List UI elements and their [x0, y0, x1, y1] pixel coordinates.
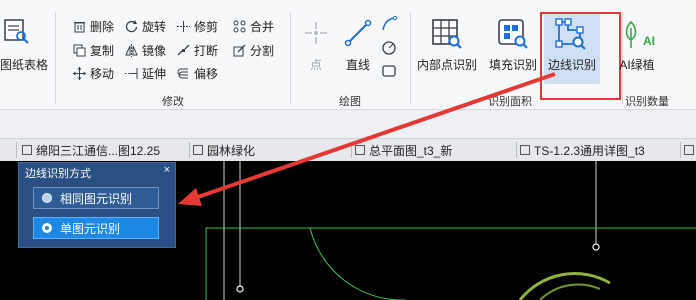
- tab-label: 总平面图_t3_新: [369, 143, 453, 158]
- merge-button[interactable]: 合并: [232, 16, 274, 36]
- highlight-box: [540, 12, 621, 100]
- copy-button[interactable]: 复制: [72, 40, 114, 60]
- circle-icon: [382, 41, 396, 55]
- split-button[interactable]: 分割: [232, 40, 274, 60]
- recognize-area-group-label: 识别面积: [488, 96, 532, 108]
- offset-button[interactable]: 偏移: [176, 63, 218, 83]
- drawing-table-label: 图纸表格: [0, 58, 49, 72]
- inner-point-recognize-label: 内部点识别: [416, 58, 477, 72]
- point-icon: [305, 22, 327, 44]
- document-icon: [684, 145, 694, 155]
- tab-site-plan[interactable]: 总平面图_t3_新: [355, 139, 452, 161]
- option-single-element[interactable]: 单图元识别: [33, 217, 159, 239]
- close-icon[interactable]: ×: [164, 164, 170, 176]
- radio-unchecked-icon: [42, 193, 52, 203]
- rotate-icon: [124, 19, 138, 33]
- mirror-button[interactable]: 镜像: [124, 40, 166, 60]
- rectangle-button[interactable]: [381, 63, 399, 81]
- rotate-button[interactable]: 旋转: [124, 16, 166, 36]
- option-label: 相同图元识别: [60, 191, 133, 206]
- document-icon: [520, 145, 530, 155]
- move-button[interactable]: 移动: [72, 63, 114, 83]
- drawing-table-button[interactable]: 图纸表格: [0, 14, 52, 76]
- document-icon: [355, 145, 365, 155]
- recognize-count-group-label: 识别数量: [625, 96, 669, 108]
- document-icon: [193, 145, 203, 155]
- table-search-icon: [4, 19, 29, 44]
- extend-icon: [124, 66, 138, 80]
- fill-recognize-label: 填充识别: [488, 58, 537, 72]
- tab-landscaping[interactable]: 园林绿化: [193, 139, 255, 161]
- copy-label: 复制: [90, 43, 115, 58]
- tab-divider: [16, 142, 17, 158]
- line-icon: [344, 19, 372, 47]
- trim-icon: [176, 19, 190, 33]
- split-icon: [232, 43, 246, 57]
- grid-search-icon: [432, 19, 462, 49]
- fill-search-icon: [498, 19, 528, 49]
- group-separator: [55, 12, 56, 104]
- extend-label: 延伸: [142, 66, 167, 81]
- trim-label: 修剪: [194, 19, 219, 34]
- trim-button[interactable]: 修剪: [176, 16, 218, 36]
- document-tabs: 绵阳三江通信...图12.25 园林绿化 总平面图_t3_新 TS-1.2.3通…: [0, 138, 696, 162]
- draw-group-label: 绘图: [339, 96, 361, 108]
- rectangle-icon: [382, 65, 396, 77]
- move-icon: [72, 66, 86, 80]
- tab-divider: [516, 142, 517, 158]
- tab-label: TS-1.2.3通用详图_t3: [534, 143, 645, 158]
- merge-label: 合并: [250, 19, 275, 34]
- break-button[interactable]: 打断: [176, 40, 218, 60]
- rotate-label: 旋转: [142, 19, 167, 34]
- extend-button[interactable]: 延伸: [124, 63, 166, 83]
- mirror-icon: [124, 43, 138, 57]
- merge-icon: [232, 19, 246, 33]
- tab-next[interactable]: [684, 139, 696, 161]
- tab-divider: [351, 142, 352, 158]
- tab-label: 绵阳三江通信...图12.25: [36, 143, 161, 158]
- workspace-gap: [0, 110, 696, 138]
- line-button[interactable]: 直线: [332, 14, 384, 76]
- offset-icon: [176, 66, 190, 80]
- modify-group-label: 修改: [162, 96, 184, 108]
- tab-ts-detail[interactable]: TS-1.2.3通用详图_t3: [520, 139, 645, 161]
- ai-green-label: AI绿植: [619, 58, 655, 72]
- arc-button[interactable]: [381, 15, 399, 34]
- panel-title: 边线识别方式: [25, 168, 91, 180]
- split-label: 分割: [250, 43, 275, 58]
- delete-label: 删除: [90, 19, 115, 34]
- tab-divider: [189, 142, 190, 158]
- option-label: 单图元识别: [60, 221, 121, 236]
- tab-mianyang[interactable]: 绵阳三江通信...图12.25: [22, 139, 160, 161]
- tab-divider: [680, 142, 681, 158]
- copy-icon: [72, 43, 86, 57]
- arc-icon: [382, 15, 398, 31]
- option-same-element[interactable]: 相同图元识别: [33, 187, 159, 209]
- circle-button[interactable]: [381, 40, 399, 58]
- move-label: 移动: [90, 66, 115, 81]
- inner-point-recognize-button[interactable]: 内部点识别: [414, 14, 480, 76]
- radio-checked-icon: [42, 223, 52, 233]
- offset-label: 偏移: [194, 66, 219, 81]
- fill-recognize-button[interactable]: 填充识别: [482, 14, 544, 76]
- break-label: 打断: [194, 43, 219, 58]
- ai-green-button[interactable]: AI AI绿植: [612, 14, 662, 76]
- delete-button[interactable]: 删除: [72, 16, 114, 36]
- line-label: 直线: [345, 58, 370, 72]
- group-separator: [410, 12, 411, 104]
- delete-icon: [72, 19, 86, 33]
- edge-recognition-panel: 边线识别方式 × 相同图元识别 单图元识别: [18, 162, 176, 248]
- mirror-label: 镜像: [142, 43, 167, 58]
- tab-label: 园林绿化: [207, 143, 256, 158]
- ai-badge: AI: [643, 34, 655, 48]
- document-icon: [22, 145, 32, 155]
- break-icon: [176, 43, 190, 57]
